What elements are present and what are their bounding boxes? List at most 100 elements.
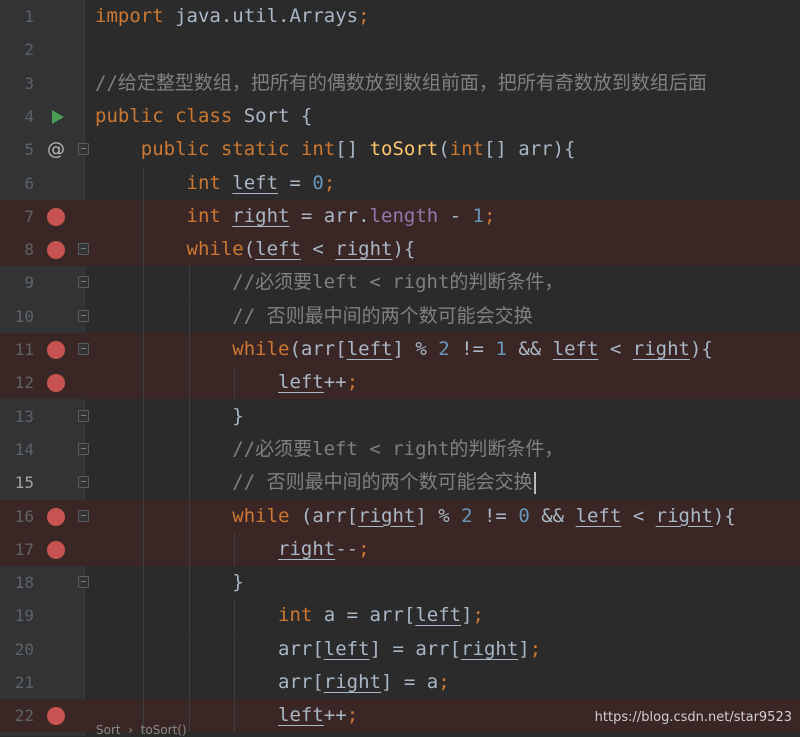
breakpoint-icon[interactable] (47, 207, 65, 226)
code-line[interactable]: 9 //必须要left < right的判断条件， (0, 266, 800, 300)
code-line[interactable]: 7 int right = arr.length - 1; (0, 199, 800, 233)
breakpoint-dot[interactable] (47, 207, 65, 226)
code-token: ; (438, 671, 450, 693)
indent-guide (188, 432, 190, 466)
code-text[interactable]: arr[right] = a; (84, 666, 800, 699)
code-editor[interactable]: 1 import java.util.Arrays; 2 3 //给定整型数组，把所有的… (0, 0, 800, 736)
code-line[interactable]: 16 while (arr[right] % 2 != 0 && left < … (0, 499, 800, 533)
code-line[interactable]: 1 import java.util.Arrays; (0, 0, 800, 33)
gutter-cell[interactable]: 13 (0, 399, 89, 433)
code-line[interactable]: 13 } (0, 399, 800, 433)
breakpoint-icon[interactable] (47, 707, 65, 726)
breakpoint-dot[interactable] (47, 341, 65, 359)
breakpoint-icon[interactable] (47, 341, 65, 359)
code-text[interactable]: while(left < right){ (84, 233, 800, 267)
gutter-cell[interactable]: 16 (0, 499, 89, 533)
gutter-cell[interactable]: 8 (0, 233, 89, 267)
gutter-cell[interactable]: 12 (0, 366, 84, 400)
code-line[interactable]: 19 int a = arr[left]; (0, 599, 800, 633)
code-line[interactable]: 18 } (0, 566, 800, 600)
code-text[interactable] (84, 33, 800, 66)
code-token: left (552, 338, 599, 360)
indent-guide (142, 499, 144, 533)
gutter-cell[interactable]: 17 (0, 532, 84, 566)
code-token: ; (358, 5, 370, 27)
code-token: length (369, 204, 439, 227)
code-line[interactable]: 21 arr[right] = a; (0, 666, 800, 699)
gutter-cell[interactable]: 22 (0, 699, 84, 733)
code-text[interactable]: //给定整型数组，把所有的偶数放到数组前面，把所有奇数放到数组后面 (84, 67, 800, 100)
code-text[interactable]: int right = arr.length - 1; (84, 199, 800, 233)
code-text[interactable]: import java.util.Arrays; (84, 0, 800, 33)
gutter-cell[interactable]: 15 (0, 466, 89, 500)
gutter-cell[interactable]: 2 (0, 33, 84, 67)
code-text[interactable]: while (arr[right] % 2 != 0 && left < rig… (84, 499, 800, 533)
code-line[interactable]: 14 //必须要left < right的判断条件， (0, 432, 800, 466)
gutter-cell[interactable]: 7 (0, 199, 84, 233)
breakpoint-dot[interactable] (47, 374, 65, 393)
code-line[interactable]: 17 right--; (0, 532, 800, 566)
code-text[interactable]: left++; (84, 366, 800, 400)
line-number: 13 (14, 406, 34, 426)
code-text[interactable]: // 否则最中间的两个数可能会交换 (84, 299, 800, 333)
code-line[interactable]: 12 left++; (0, 366, 800, 400)
code-line[interactable]: 15 // 否则最中间的两个数可能会交换 (0, 466, 800, 500)
code-line[interactable]: 10 // 否则最中间的两个数可能会交换 (0, 299, 800, 333)
line-number: 20 (14, 639, 34, 659)
code-token: ){ (712, 504, 736, 527)
code-line[interactable]: 8 while(left < right){ (0, 233, 800, 267)
gutter-cell[interactable]: 10 (0, 299, 89, 333)
code-text[interactable]: arr[left] = arr[right]; (84, 632, 800, 666)
breakpoint-dot[interactable] (47, 540, 65, 559)
breadcrumb[interactable]: Sort › toSort() (84, 724, 187, 736)
code-line[interactable]: 2 (0, 33, 800, 67)
implements-icon[interactable]: @ (47, 141, 65, 159)
breakpoint-dot[interactable] (47, 707, 65, 726)
code-line[interactable]: 6 int left = 0; (0, 166, 800, 200)
code-token: ){ (392, 238, 416, 261)
gutter-cell[interactable]: 6 (0, 166, 84, 200)
gutter-cell[interactable]: 11 (0, 333, 89, 366)
line-number: 8 (24, 240, 34, 260)
run-triangle-icon[interactable] (51, 109, 64, 124)
breakpoint-dot[interactable] (47, 241, 65, 260)
gutter-cell[interactable]: 9 (0, 266, 89, 300)
gutter-cell[interactable]: 19 (0, 599, 84, 633)
breakpoint-icon[interactable] (47, 540, 65, 559)
gutter-cell[interactable]: 5 @ (0, 133, 89, 167)
code-text[interactable]: //必须要left < right的判断条件， (84, 266, 800, 300)
indent-guide (188, 632, 190, 666)
breakpoint-dot[interactable] (47, 507, 65, 526)
code-line[interactable]: 20 arr[left] = arr[right]; (0, 632, 800, 666)
code-text[interactable]: } (84, 566, 800, 600)
code-line[interactable]: 3 //给定整型数组，把所有的偶数放到数组前面，把所有奇数放到数组后面 (0, 66, 800, 100)
line-number: 14 (14, 439, 34, 459)
gutter-cell[interactable]: 4 (0, 99, 84, 133)
code-text[interactable]: } (84, 399, 800, 433)
code-text[interactable]: // 否则最中间的两个数可能会交换 (84, 466, 800, 500)
code-text[interactable]: int a = arr[left]; (84, 599, 800, 633)
gutter-cell[interactable]: 1 (0, 0, 84, 33)
gutter-cell[interactable]: 14 (0, 432, 89, 466)
code-text[interactable]: //必须要left < right的判断条件， (84, 432, 800, 466)
run-icon[interactable] (47, 108, 65, 126)
code-line[interactable]: 5 @ public static int[] toSort(int[] arr)… (0, 133, 800, 167)
code-text[interactable]: public static int[] toSort(int[] arr){ (84, 133, 800, 166)
code-token: int (278, 604, 324, 627)
code-line[interactable]: 11 while(arr[left] % 2 != 1 && left < ri… (0, 333, 800, 366)
gutter-cell[interactable]: 21 (0, 666, 84, 699)
code-text[interactable]: public class Sort { (84, 100, 800, 133)
gutter-cell[interactable]: 18 (0, 566, 89, 600)
code-text[interactable]: while(arr[left] % 2 != 1 && left < right… (84, 333, 800, 366)
breakpoint-icon[interactable] (47, 374, 65, 393)
breakpoint-icon[interactable] (47, 507, 65, 526)
gutter-cell[interactable]: 20 (0, 632, 84, 666)
breakpoint-icon[interactable] (47, 241, 65, 260)
code-line[interactable]: 4 public class Sort { (0, 99, 800, 133)
at-sign-icon[interactable]: @ (47, 141, 65, 159)
code-text[interactable]: right--; (84, 532, 800, 566)
gutter-cell[interactable]: 3 (0, 66, 84, 100)
code-text[interactable]: int left = 0; (84, 166, 800, 200)
